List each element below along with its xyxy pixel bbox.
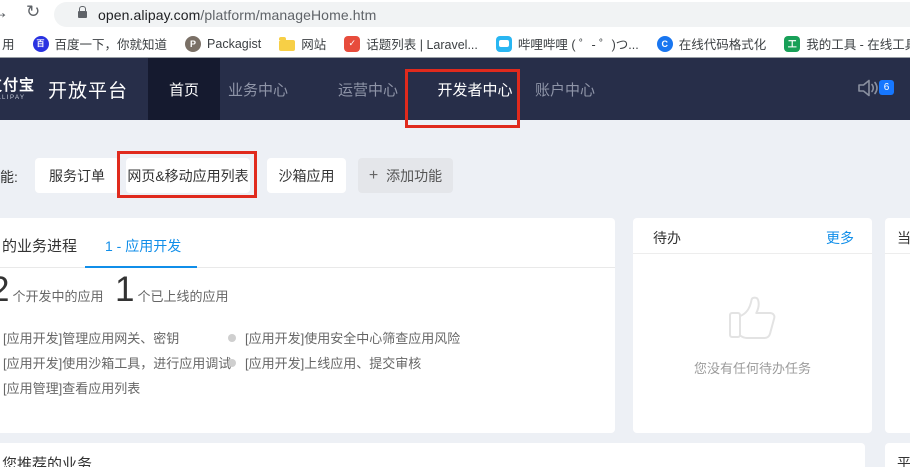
bookmark-label: 我的工具 - 在线工具: [806, 34, 910, 53]
tools-icon: 工: [784, 36, 800, 52]
speaker-icon[interactable]: [857, 78, 879, 103]
checklist-item: [应用管理]查看应用列表: [0, 378, 140, 397]
todo-header: 待办 更多: [633, 218, 872, 254]
bookmark-label: 在线代码格式化: [679, 34, 767, 53]
stat-value: 1: [115, 270, 134, 310]
logo-product-text: 开放平台: [48, 76, 128, 103]
stat-value: 2: [0, 270, 9, 310]
bookmark-baidu[interactable]: 百百度一下，你就知道: [33, 34, 168, 53]
active-tab-underline: [85, 266, 197, 268]
stat-label: 个开发中的应用: [12, 286, 103, 305]
bookmark-label: 百度一下，你就知道: [55, 34, 168, 53]
bullet-icon: [228, 359, 236, 367]
checklist-text: [应用开发]上线应用、提交审核: [245, 353, 421, 372]
sandbox-app-button[interactable]: 沙箱应用: [267, 158, 346, 193]
nav-item-business-center[interactable]: 业务中心: [223, 58, 293, 120]
bookmark-label: 网站: [301, 34, 326, 53]
notification-badge[interactable]: 6: [879, 80, 894, 95]
card-header: 的业务进程 1 - 应用开发: [0, 218, 615, 268]
nav-item-operation-center[interactable]: 运营中心: [333, 58, 403, 120]
service-order-button[interactable]: 服务订单: [35, 158, 119, 193]
checklist-item: [应用开发]使用沙箱工具，进行应用调试: [0, 353, 231, 372]
bottom-right-title-partial: 平: [897, 453, 910, 467]
lock-icon[interactable]: [78, 11, 87, 18]
todo-title: 待办: [653, 228, 681, 248]
right-card-title-partial: 当: [897, 228, 910, 248]
nav-item-account-center[interactable]: 账户中心: [533, 58, 597, 120]
business-progress-card: 的业务进程 1 - 应用开发 2 个开发中的应用 1 个已上线的应用 [应用开发…: [0, 218, 615, 433]
checklist-text: [应用管理]查看应用列表: [3, 378, 140, 397]
learnku-icon: ✓: [344, 36, 360, 52]
quickbar-label: 能:: [0, 167, 18, 187]
address-bar[interactable]: open.alipay.com/platform/manageHome.htm: [54, 2, 910, 27]
reload-icon[interactable]: ↻: [26, 2, 40, 22]
checklist-item: [应用开发]上线应用、提交审核: [228, 353, 421, 372]
stat-developing-apps: 2 个开发中的应用: [0, 270, 103, 310]
bookmark-label: Packagist: [207, 37, 261, 51]
bookmark-label: 用: [2, 34, 15, 53]
stat-online-apps: 1 个已上线的应用: [115, 270, 228, 310]
recommended-business-title: 您推荐的业务: [2, 453, 92, 467]
bookmark-website-folder[interactable]: 网站: [279, 34, 326, 53]
plus-icon: +: [369, 167, 378, 185]
bookmark-my-tools[interactable]: 工我的工具 - 在线工具: [784, 34, 910, 53]
bookmark-label: 哔哩哔哩 ( ゜- ゜)つ...: [518, 34, 639, 53]
bookmark-partial[interactable]: 用: [2, 34, 15, 53]
code-format-icon: C: [657, 36, 673, 52]
bookmark-packagist[interactable]: P Packagist: [185, 36, 261, 52]
bullet-icon: [228, 334, 236, 342]
url-host: open.alipay.com: [98, 7, 200, 23]
folder-icon: [279, 40, 295, 51]
recommended-business-card: 您推荐的业务: [0, 443, 865, 467]
bottom-right-card: 平: [885, 443, 910, 467]
baidu-icon: 百: [33, 36, 49, 52]
bookmarks-bar: 用 百百度一下，你就知道 P Packagist 网站 ✓ 话题列表 | Larav…: [0, 31, 910, 56]
logo-en-text: ALIPAY: [0, 95, 26, 101]
checklist-item: [应用开发]管理应用网关、密钥: [0, 328, 179, 347]
checklist-item: [应用开发]使用安全中心筛查应用风险: [228, 328, 460, 347]
annotation-box-web-mobile-app-list: [117, 151, 257, 198]
logo-cn-text: 支付宝: [0, 78, 35, 93]
thumbs-up-icon: [724, 286, 782, 346]
bilibili-icon: [496, 36, 512, 52]
forward-icon[interactable]: →: [0, 2, 9, 23]
bookmark-bilibili[interactable]: 哔哩哔哩 ( ゜- ゜)つ...: [496, 34, 639, 53]
right-side-card: 当: [885, 218, 910, 433]
url-text[interactable]: open.alipay.com/platform/manageHome.htm: [98, 7, 376, 23]
alipay-logo[interactable]: 支付宝 ALIPAY 开放平台: [0, 58, 128, 120]
url-path: /platform/manageHome.htm: [200, 7, 376, 23]
bookmark-code-formatter[interactable]: C 在线代码格式化: [657, 34, 767, 53]
annotation-box-developer-center: [405, 69, 520, 128]
todo-empty-text: 您没有任何待办任务: [694, 358, 811, 377]
add-function-label: 添加功能: [386, 166, 442, 186]
todo-card: 待办 更多 您没有任何待办任务: [633, 218, 872, 433]
checklist-text: [应用开发]使用安全中心筛查应用风险: [245, 328, 460, 347]
business-progress-title: 的业务进程: [2, 235, 77, 256]
tab-app-development[interactable]: 1 - 应用开发: [105, 236, 181, 256]
add-function-button[interactable]: + 添加功能: [358, 158, 453, 193]
packagist-icon: P: [185, 36, 201, 52]
checklist-text: [应用开发]使用沙箱工具，进行应用调试: [3, 353, 231, 372]
stat-label: 个已上线的应用: [137, 286, 228, 305]
bookmark-laravel-topics[interactable]: ✓ 话题列表 | Laravel...: [344, 34, 478, 53]
nav-item-home[interactable]: 首页: [148, 58, 220, 120]
alipay-open-platform-screenshot: → ↻ open.alipay.com/platform/manageHome.…: [0, 0, 910, 467]
bookmark-label: 话题列表 | Laravel...: [366, 34, 478, 53]
right-card-header: 当: [885, 218, 910, 254]
todo-empty-state: 您没有任何待办任务: [633, 254, 872, 433]
checklist-text: [应用开发]管理应用网关、密钥: [3, 328, 179, 347]
todo-more-link[interactable]: 更多: [826, 228, 854, 248]
browser-chrome: → ↻ open.alipay.com/platform/manageHome.…: [0, 0, 910, 58]
